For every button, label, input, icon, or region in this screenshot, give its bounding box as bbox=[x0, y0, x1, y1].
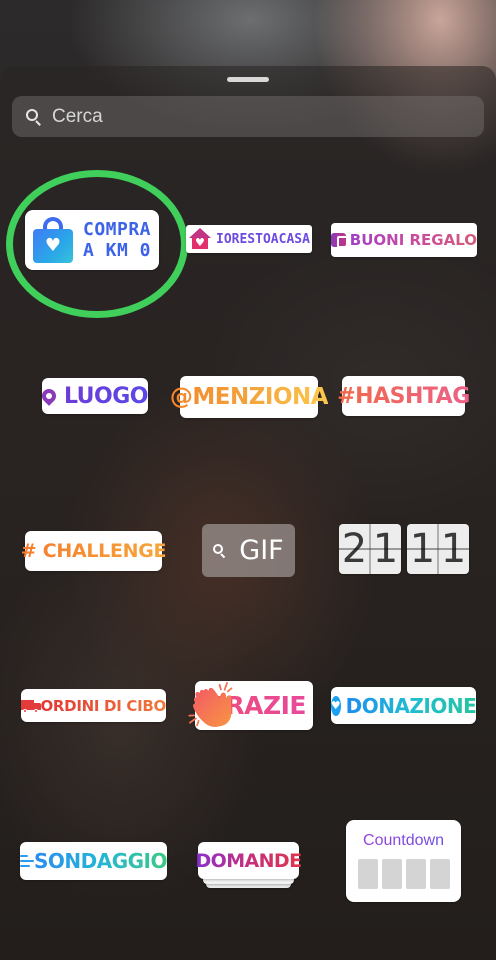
search-input[interactable] bbox=[52, 105, 452, 128]
sticker-luogo-label: LUOGO bbox=[63, 383, 149, 409]
sticker-ordini-di-cibo[interactable]: ORDINI DI CIBO bbox=[21, 689, 166, 722]
clapping-hands-icon: 👏 bbox=[183, 679, 241, 735]
location-pin-icon bbox=[39, 386, 59, 406]
gift-card-icon bbox=[331, 233, 349, 248]
sticker-sondaggio[interactable]: SONDAGGIO bbox=[20, 842, 168, 880]
delivery-truck-icon bbox=[21, 699, 41, 713]
sticker-hashtag[interactable]: #HASHTAG bbox=[337, 376, 470, 416]
heart-icon: ♥ bbox=[330, 695, 341, 716]
drag-handle[interactable] bbox=[227, 77, 269, 82]
sticker-domande[interactable]: DOMANDE bbox=[195, 842, 303, 879]
sticker-buoni-regalo[interactable]: BUONI REGALO bbox=[331, 223, 477, 257]
house-icon: ♥ bbox=[188, 228, 212, 250]
sticker-menziona[interactable]: @MENZIONA bbox=[170, 376, 329, 418]
sticker-countdown-label: Countdown bbox=[363, 832, 444, 849]
sticker-gif-label: GIF bbox=[239, 535, 284, 566]
sticker-countdown[interactable]: Countdown bbox=[346, 820, 461, 902]
sticker-sondaggio-label: SONDAGGIO bbox=[34, 849, 168, 873]
flip-divider bbox=[437, 524, 439, 574]
sticker-iorestoacasa-label: IORESTOACASA bbox=[216, 231, 310, 247]
sticker-donazione[interactable]: ♥ DONAZIONE bbox=[330, 687, 477, 724]
sticker-time-hours[interactable]: 2 1 bbox=[339, 524, 401, 574]
sticker-gif[interactable]: GIF bbox=[202, 524, 295, 577]
sticker-time-minutes[interactable]: 1 1 bbox=[407, 524, 469, 574]
sticker-hashtag-label: #HASHTAG bbox=[337, 383, 470, 409]
sticker-ordini-di-cibo-label: ORDINI DI CIBO bbox=[40, 696, 166, 715]
sticker-donazione-label: DONAZIONE bbox=[345, 693, 477, 718]
sticker-domande-label: DOMANDE bbox=[195, 849, 303, 872]
highlight-circle bbox=[6, 170, 188, 318]
poll-lines-icon bbox=[20, 855, 34, 867]
search-bar[interactable] bbox=[12, 96, 484, 137]
sticker-menziona-label: @MENZIONA bbox=[169, 384, 329, 410]
flip-divider bbox=[369, 524, 371, 574]
search-icon bbox=[213, 543, 227, 558]
sticker-buoni-regalo-label: BUONI REGALO bbox=[349, 231, 477, 249]
sticker-luogo[interactable]: LUOGO bbox=[39, 378, 149, 414]
search-icon bbox=[26, 108, 42, 126]
countdown-placeholder-boxes bbox=[357, 859, 450, 889]
sticker-challenge-label: # CHALLENGE bbox=[20, 540, 167, 562]
sticker-challenge[interactable]: # CHALLENGE bbox=[21, 531, 167, 571]
sticker-iorestoacasa[interactable]: ♥ IORESTOACASA bbox=[186, 225, 312, 253]
